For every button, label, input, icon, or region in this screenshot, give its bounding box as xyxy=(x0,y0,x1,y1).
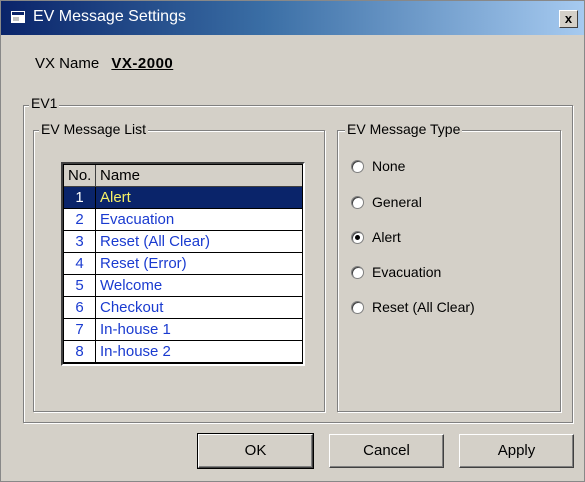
table-row[interactable]: 7 In-house 1 xyxy=(64,319,302,341)
row-number: 2 xyxy=(64,209,96,230)
row-name: Checkout xyxy=(100,299,164,316)
row-number: 3 xyxy=(64,231,96,252)
radio-label: Alert xyxy=(372,229,401,245)
row-name: Evacuation xyxy=(100,211,175,228)
message-type-label: EV Message Type xyxy=(345,121,463,137)
row-number: 6 xyxy=(64,297,96,318)
radio-label: General xyxy=(372,194,422,210)
row-number: 4 xyxy=(64,253,96,274)
window-title: EV Message Settings xyxy=(33,8,186,25)
table-row[interactable]: 2 Evacuation xyxy=(64,209,302,231)
list-header: No. Name xyxy=(64,165,302,187)
ev1-group-label: EV1 xyxy=(29,95,60,111)
column-header-no[interactable]: No. xyxy=(64,165,96,186)
row-name: Welcome xyxy=(100,277,163,294)
row-name: Alert xyxy=(100,189,131,206)
close-button[interactable]: x xyxy=(559,10,578,28)
row-number: 5 xyxy=(64,275,96,296)
table-row[interactable]: 3 Reset (All Clear) xyxy=(64,231,302,253)
title-bar[interactable]: EV Message Settings x xyxy=(1,1,584,35)
ev-message-settings-dialog: EV Message Settings x VX Name VX-2000 EV… xyxy=(0,0,585,482)
radio-option-reset-all-clear[interactable]: Reset (All Clear) xyxy=(351,297,475,317)
radio-button[interactable] xyxy=(351,159,364,173)
cancel-button[interactable]: Cancel xyxy=(329,434,444,468)
vx-name-value: VX-2000 xyxy=(111,55,174,72)
message-list[interactable]: No. Name 1 Alert 2 Evacuation 3 Reset (All Cl… xyxy=(61,162,305,366)
radio-label: Reset (All Clear) xyxy=(372,299,475,315)
table-row[interactable]: 6 Checkout xyxy=(64,297,302,319)
row-number: 1 xyxy=(64,187,96,208)
radio-label: Evacuation xyxy=(372,264,442,280)
row-number: 7 xyxy=(64,319,96,340)
column-header-name[interactable]: Name xyxy=(96,165,302,186)
table-row[interactable]: 4 Reset (Error) xyxy=(64,253,302,275)
vx-name-label: VX Name xyxy=(35,55,100,72)
radio-button[interactable] xyxy=(351,265,364,279)
vx-name-row: VX Name VX-2000 xyxy=(35,55,173,72)
row-name: Reset (All Clear) xyxy=(100,233,211,250)
message-list-label: EV Message List xyxy=(39,121,149,137)
table-row[interactable]: 1 Alert xyxy=(64,187,302,209)
radio-button[interactable] xyxy=(351,195,364,209)
radio-button[interactable] xyxy=(351,300,364,314)
radio-option-alert[interactable]: Alert xyxy=(351,227,401,247)
window-icon xyxy=(11,11,25,23)
table-row[interactable]: 8 In-house 2 xyxy=(64,341,302,363)
radio-button[interactable] xyxy=(351,230,364,244)
radio-option-evacuation[interactable]: Evacuation xyxy=(351,262,441,282)
ok-button[interactable]: OK xyxy=(197,433,314,469)
row-number: 8 xyxy=(64,341,96,362)
radio-label: None xyxy=(372,158,406,174)
table-row[interactable]: 5 Welcome xyxy=(64,275,302,297)
row-name: Reset (Error) xyxy=(100,255,187,272)
radio-option-none[interactable]: None xyxy=(351,156,405,176)
radio-option-general[interactable]: General xyxy=(351,192,422,212)
row-name: In-house 2 xyxy=(100,343,171,360)
apply-button[interactable]: Apply xyxy=(459,434,574,468)
row-name: In-house 1 xyxy=(100,321,171,338)
